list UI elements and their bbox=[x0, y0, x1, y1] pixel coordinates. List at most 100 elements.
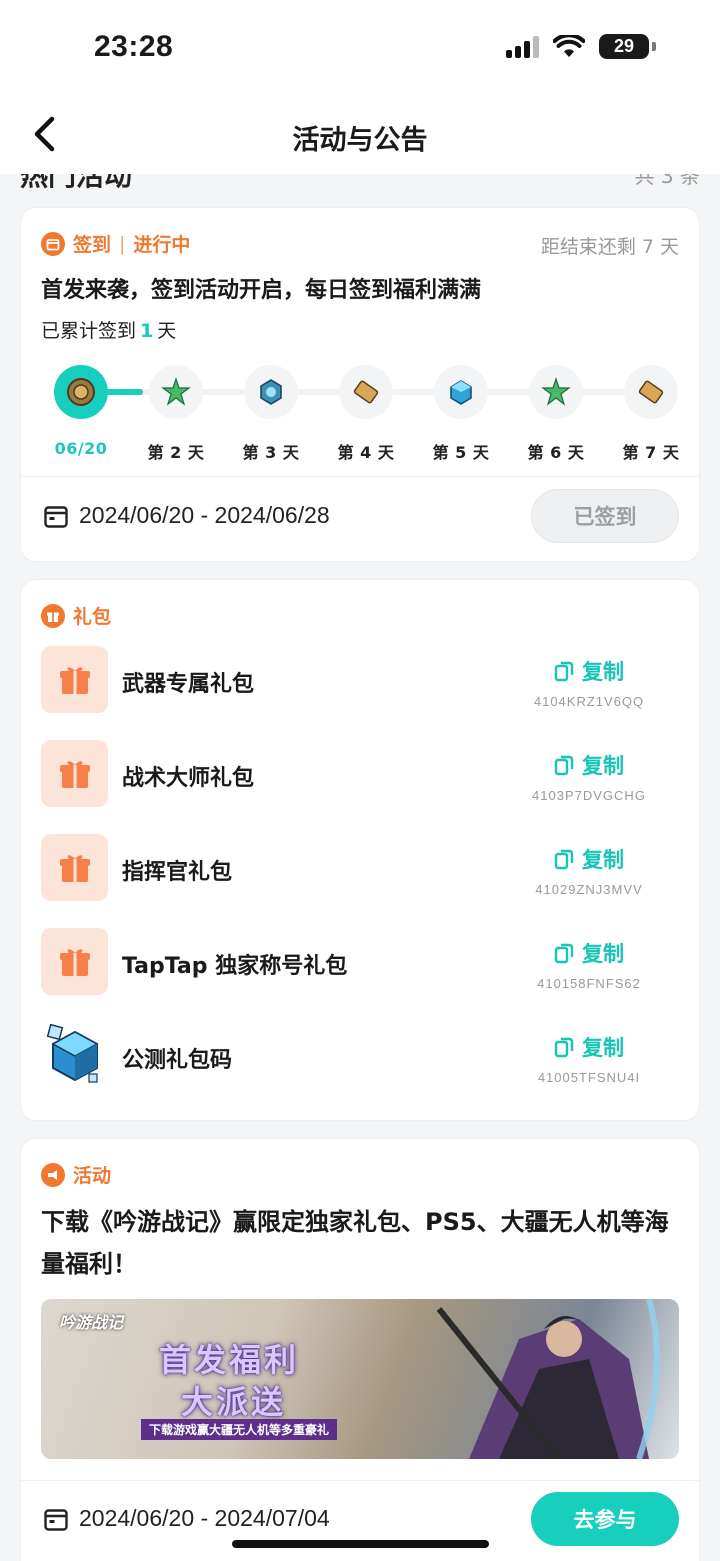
day-label: 第 6 天 bbox=[527, 443, 585, 462]
page-title: 活动与公告 bbox=[292, 125, 428, 156]
battery-icon: 29 bbox=[599, 34, 649, 59]
gift-row: 指挥官礼包 复制 41029ZNJ3MVV bbox=[41, 834, 679, 902]
status-bar: 23:28 29 bbox=[0, 0, 720, 96]
gift-code: 4104KRZ1V6QQ bbox=[533, 694, 645, 709]
checkin-tag-status: 进行中 bbox=[133, 234, 191, 256]
activity-card[interactable]: 活动 下载《吟游战记》赢限定独家礼包、PS5、大疆无人机等海量福利！ 吟游战记 … bbox=[20, 1138, 700, 1561]
copy-icon bbox=[554, 943, 574, 964]
activity-tag-label: 活动 bbox=[73, 1165, 112, 1187]
day-label: 第 5 天 bbox=[432, 443, 490, 462]
gift-box-icon bbox=[41, 834, 108, 901]
checkin-remaining: 距结束还剩 7 天 bbox=[540, 236, 679, 258]
calendar-icon bbox=[44, 505, 68, 528]
copy-block: 复制 41005TFSNU4I bbox=[519, 1032, 659, 1085]
copy-icon bbox=[554, 1037, 574, 1058]
status-time: 23:28 bbox=[94, 30, 174, 63]
checkin-day-6[interactable]: 第 6 天 bbox=[516, 356, 596, 463]
green-star-icon bbox=[149, 365, 203, 419]
gift-code: 41029ZNJ3MVV bbox=[535, 882, 643, 897]
gift-row: 战术大师礼包 复制 4103P7DVGCHG bbox=[41, 740, 679, 808]
ticket-icon bbox=[624, 365, 678, 419]
cellular-signal-icon bbox=[506, 35, 539, 58]
gift-code: 41005TFSNU4I bbox=[537, 1070, 641, 1085]
day-label: 第 4 天 bbox=[337, 443, 395, 462]
join-button[interactable]: 去参与 bbox=[531, 1492, 679, 1546]
checkin-day-3[interactable]: 第 3 天 bbox=[231, 356, 311, 463]
blue-gear-icon bbox=[244, 365, 298, 419]
progress-prefix: 已累计签到 bbox=[41, 320, 137, 342]
crystal-cube-icon bbox=[41, 1022, 108, 1089]
gift-row: 公测礼包码 复制 41005TFSNU4I bbox=[41, 1022, 679, 1090]
checkin-date-range: 2024/06/20 - 2024/06/28 bbox=[79, 502, 330, 528]
divider bbox=[21, 1480, 699, 1481]
checkin-day-5[interactable]: 第 5 天 bbox=[421, 356, 501, 463]
gift-code: 410158FNFS62 bbox=[537, 976, 641, 991]
character-illustration bbox=[436, 1299, 660, 1459]
battery-cap bbox=[652, 42, 656, 51]
banner-title-line2: 大派送 bbox=[181, 1383, 287, 1421]
checkin-day-1[interactable]: 06/20 bbox=[41, 356, 121, 458]
gift-name: TapTap 独家称号礼包 bbox=[122, 954, 348, 979]
crystal-cube-icon bbox=[434, 365, 488, 419]
checkin-headline: 首发来袭，签到活动开启，每日签到福利满满 bbox=[41, 278, 482, 303]
progress-days: 1 bbox=[140, 320, 154, 342]
copy-button[interactable]: 复制 bbox=[519, 844, 659, 874]
activity-banner[interactable]: 吟游战记 首发福利 大派送 下载游戏赢大疆无人机等多重豪礼 bbox=[41, 1299, 679, 1459]
day-label: 第 3 天 bbox=[242, 443, 300, 462]
activity-date-row: 2024/06/20 - 2024/07/04 bbox=[43, 1505, 330, 1532]
copy-icon bbox=[554, 849, 574, 870]
green-star-icon bbox=[529, 365, 583, 419]
megaphone-icon bbox=[41, 1162, 65, 1187]
copy-label: 复制 bbox=[582, 942, 624, 966]
nav-bar: 活动与公告 bbox=[0, 96, 720, 174]
checkin-tag: 签到 | 进行中 bbox=[41, 230, 190, 257]
day-label: 第 7 天 bbox=[622, 443, 680, 462]
copy-button[interactable]: 复制 bbox=[519, 656, 659, 686]
day-label: 第 2 天 bbox=[147, 443, 205, 462]
checkin-card[interactable]: 签到 | 进行中 距结束还剩 7 天 首发来袭，签到活动开启，每日签到福利满满 … bbox=[20, 207, 700, 562]
checkin-progress: 已累计签到 1 天 bbox=[41, 316, 176, 343]
checkin-date-row: 2024/06/20 - 2024/06/28 bbox=[43, 502, 330, 529]
copy-block: 复制 41029ZNJ3MVV bbox=[519, 844, 659, 897]
copy-button[interactable]: 复制 bbox=[519, 1032, 659, 1062]
gift-name: 武器专属礼包 bbox=[122, 672, 255, 697]
copy-label: 复制 bbox=[582, 848, 624, 872]
copy-block: 复制 4104KRZ1V6QQ bbox=[519, 656, 659, 709]
activity-headline: 下载《吟游战记》赢限定独家礼包、PS5、大疆无人机等海量福利！ bbox=[41, 1208, 669, 1278]
gift-row: TapTap 独家称号礼包 复制 410158FNFS62 bbox=[41, 928, 679, 996]
calendar-badge-icon bbox=[41, 231, 65, 256]
signed-in-button[interactable]: 已签到 bbox=[531, 489, 679, 543]
gift-card: 礼包 武器专属礼包 复制 4104KRZ1V6QQ 战术大师礼包 复制 4103… bbox=[20, 579, 700, 1121]
copy-label: 复制 bbox=[582, 660, 624, 684]
gift-name: 战术大师礼包 bbox=[122, 766, 255, 791]
gift-box-icon bbox=[41, 646, 108, 713]
copy-label: 复制 bbox=[582, 754, 624, 778]
checkin-day-4[interactable]: 第 4 天 bbox=[326, 356, 406, 463]
calendar-icon bbox=[44, 1508, 68, 1531]
home-indicator[interactable] bbox=[232, 1540, 489, 1548]
gift-box-icon bbox=[41, 928, 108, 995]
banner-logo: 吟游战记 bbox=[59, 1313, 124, 1332]
checkin-day-2[interactable]: 第 2 天 bbox=[136, 356, 216, 463]
battery-level: 29 bbox=[613, 36, 635, 56]
copy-block: 复制 4103P7DVGCHG bbox=[519, 750, 659, 803]
copy-icon bbox=[554, 661, 574, 682]
copy-button[interactable]: 复制 bbox=[519, 938, 659, 968]
activity-date-range: 2024/06/20 - 2024/07/04 bbox=[79, 1505, 330, 1531]
gift-name: 指挥官礼包 bbox=[122, 860, 233, 885]
gift-tag-label: 礼包 bbox=[73, 606, 112, 628]
status-icons: 29 bbox=[506, 34, 656, 59]
activity-tag: 活动 bbox=[41, 1161, 111, 1188]
banner-subtitle: 下载游戏赢大疆无人机等多重豪礼 bbox=[141, 1419, 338, 1440]
checkin-day-7[interactable]: 第 7 天 bbox=[611, 356, 691, 463]
copy-button[interactable]: 复制 bbox=[519, 750, 659, 780]
day-label: 06/20 bbox=[54, 439, 108, 458]
ticket-icon bbox=[339, 365, 393, 419]
checkin-tag-label: 签到 bbox=[73, 234, 112, 256]
banner-title-line1: 首发福利 bbox=[159, 1341, 300, 1379]
gift-tag: 礼包 bbox=[41, 602, 111, 629]
coin-medal-icon bbox=[54, 365, 108, 419]
gift-row: 武器专属礼包 复制 4104KRZ1V6QQ bbox=[41, 646, 679, 714]
gift-name: 公测礼包码 bbox=[122, 1048, 233, 1073]
gift-code: 4103P7DVGCHG bbox=[532, 788, 646, 803]
